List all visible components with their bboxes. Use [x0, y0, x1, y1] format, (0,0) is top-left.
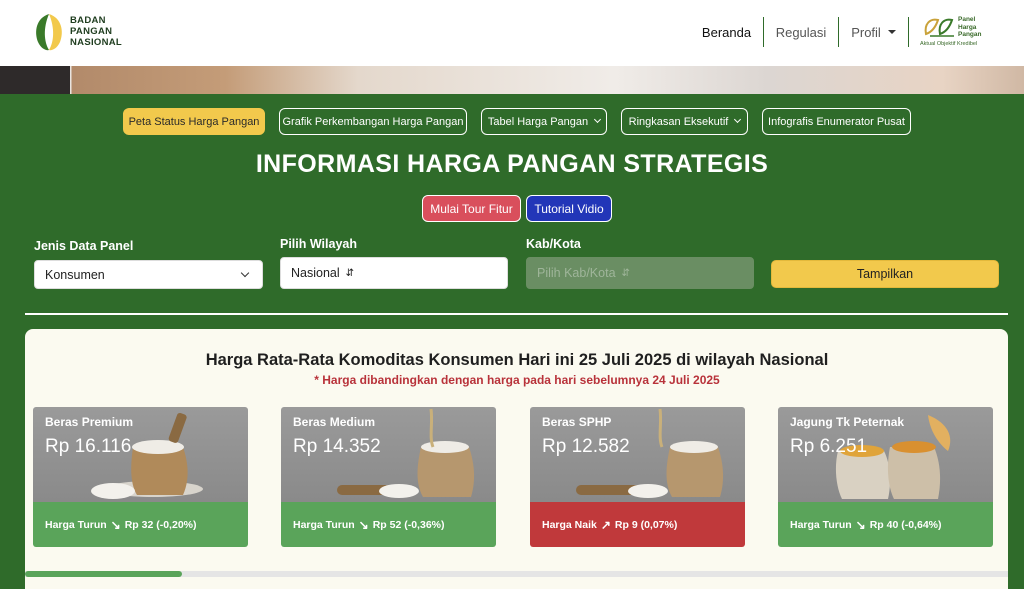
- logo-line-3: NASIONAL: [70, 37, 123, 48]
- wilayah-label: Pilih Wilayah: [280, 237, 357, 251]
- commodity-card-beras-sphp[interactable]: Beras SPHP Rp 12.582 Harga Naik ↗ Rp 9 (…: [530, 407, 745, 547]
- card-price: Rp 16.116: [45, 436, 132, 457]
- card-name: Beras Medium: [293, 415, 376, 429]
- card-price-change: Harga Turun ↘ Rp 32 (-0,20%): [33, 502, 248, 547]
- card-price: Rp 14.352: [293, 436, 381, 457]
- chevron-down-icon: [240, 268, 250, 278]
- badan-pangan-logo[interactable]: BADAN PANGAN NASIONAL: [32, 11, 152, 55]
- panel-harga-logo-icon: [924, 18, 954, 37]
- chevron-down-icon: [594, 115, 602, 124]
- section-divider: [25, 313, 1008, 315]
- card-change-value: Rp 9 (0,07%): [614, 518, 678, 531]
- summary-subtitle: * Harga dibandingkan dengan harga pada h…: [314, 373, 720, 387]
- top-header: BADAN PANGAN NASIONAL Beranda Regulasi P…: [0, 0, 1024, 66]
- tab-infografis-label: Infografis Enumerator Pusat: [768, 115, 905, 128]
- card-change-value: Rp 40 (-0,64%): [869, 518, 942, 531]
- jenis-data-value: Konsumen: [45, 267, 105, 282]
- trend-down-icon: ↘: [358, 517, 369, 532]
- nav-beranda[interactable]: Beranda: [690, 17, 764, 47]
- jenis-data-label: Jenis Data Panel: [34, 239, 134, 253]
- card-status: Harga Turun: [790, 518, 852, 531]
- page-title: INFORMASI HARGA PANGAN STRATEGIS: [255, 150, 769, 178]
- card-name: Beras Premium: [45, 415, 134, 429]
- trend-down-icon: ↘: [110, 517, 121, 532]
- card-price: Rp 12.582: [542, 436, 630, 457]
- commodity-card-beras-premium[interactable]: Beras Premium Rp 16.116 Harga Turun ↘ Rp…: [33, 407, 248, 547]
- jenis-data-select[interactable]: Konsumen: [34, 260, 263, 289]
- card-price: Rp 6.251: [790, 436, 868, 457]
- tab-grafik-perkembangan[interactable]: Grafik Perkembangan Harga Pangan: [279, 108, 467, 135]
- kabkota-placeholder: Pilih Kab/Kota: [537, 266, 616, 280]
- card-status: Harga Naik: [542, 518, 597, 531]
- start-tour-button[interactable]: Mulai Tour Fitur: [422, 195, 521, 222]
- chevron-down-icon: [734, 115, 742, 124]
- logo-line-2: PANGAN: [70, 26, 113, 37]
- panel-logo-line-1: Panel: [958, 16, 976, 23]
- nav-profil[interactable]: Profil: [839, 17, 909, 47]
- trend-down-icon: ↘: [855, 517, 866, 532]
- card-price-change: Harga Turun ↘ Rp 52 (-0,36%): [281, 502, 496, 547]
- tab-ringkasan-eksekutif[interactable]: Ringkasan Eksekutif: [621, 108, 748, 135]
- caret-down-icon: [887, 30, 896, 34]
- summary-title: Harga Rata-Rata Komoditas Konsumen Hari …: [205, 351, 829, 369]
- kabkota-select[interactable]: Pilih Kab/Kota ⇵: [526, 257, 754, 289]
- logo-line-1: BADAN: [70, 15, 106, 26]
- wilayah-value: Nasional: [291, 266, 340, 280]
- hero-banner-image: [0, 66, 1024, 94]
- nav-profil-label: Profil: [851, 24, 881, 40]
- hero-banner-edge: [0, 66, 70, 94]
- tampilkan-button[interactable]: Tampilkan: [771, 260, 999, 288]
- tab-grafik-label: Grafik Perkembangan Harga Pangan: [282, 115, 464, 128]
- card-name: Jagung Tk Peternak: [790, 415, 905, 429]
- tab-tabel-harga[interactable]: Tabel Harga Pangan: [481, 108, 607, 135]
- commodity-card-jagung[interactable]: Jagung Tk Peternak Rp 6.251 Harga Turun …: [778, 407, 993, 547]
- wilayah-select[interactable]: Nasional ⇵: [280, 257, 508, 289]
- kabkota-label: Kab/Kota: [526, 237, 581, 251]
- nav-regulasi[interactable]: Regulasi: [764, 17, 839, 47]
- tab-peta-status-label: Peta Status Harga Pangan: [128, 115, 260, 128]
- card-status: Harga Turun: [293, 518, 355, 531]
- commodity-card-beras-medium[interactable]: Beras Medium Rp 14.352 Harga Turun ↘ Rp …: [281, 407, 496, 547]
- tab-ringkasan-label: Ringkasan Eksekutif: [628, 115, 729, 128]
- card-name: Beras SPHP: [542, 415, 612, 429]
- updown-chevron-icon: ⇵: [621, 267, 630, 279]
- card-price-change: Harga Naik ↗ Rp 9 (0,07%): [530, 502, 745, 547]
- card-change-value: Rp 52 (-0,36%): [372, 518, 445, 531]
- panel-logo-tagline: Aktual Objektif Kredibel: [920, 41, 978, 47]
- panel-logo-line-2: Harga: [958, 23, 977, 31]
- tab-infografis-enumerator[interactable]: Infografis Enumerator Pusat: [762, 108, 911, 135]
- leaf-logo-icon: [36, 14, 62, 51]
- panel-logo-line-3: Pangan: [958, 31, 982, 38]
- panel-harga-logo[interactable]: Panel Harga Pangan Aktual Objektif Kredi…: [918, 14, 998, 50]
- card-status: Harga Turun: [45, 518, 107, 531]
- scrollbar-thumb[interactable]: [25, 571, 182, 577]
- trend-up-icon: ↗: [600, 517, 611, 532]
- card-price-change: Harga Turun ↘ Rp 40 (-0,64%): [778, 502, 993, 547]
- updown-chevron-icon: ⇵: [345, 267, 355, 279]
- card-change-value: Rp 32 (-0,20%): [124, 518, 197, 531]
- tutorial-video-button[interactable]: Tutorial Vidio: [526, 195, 612, 222]
- tab-peta-status[interactable]: Peta Status Harga Pangan: [123, 108, 265, 135]
- tab-tabel-label: Tabel Harga Pangan: [487, 115, 589, 128]
